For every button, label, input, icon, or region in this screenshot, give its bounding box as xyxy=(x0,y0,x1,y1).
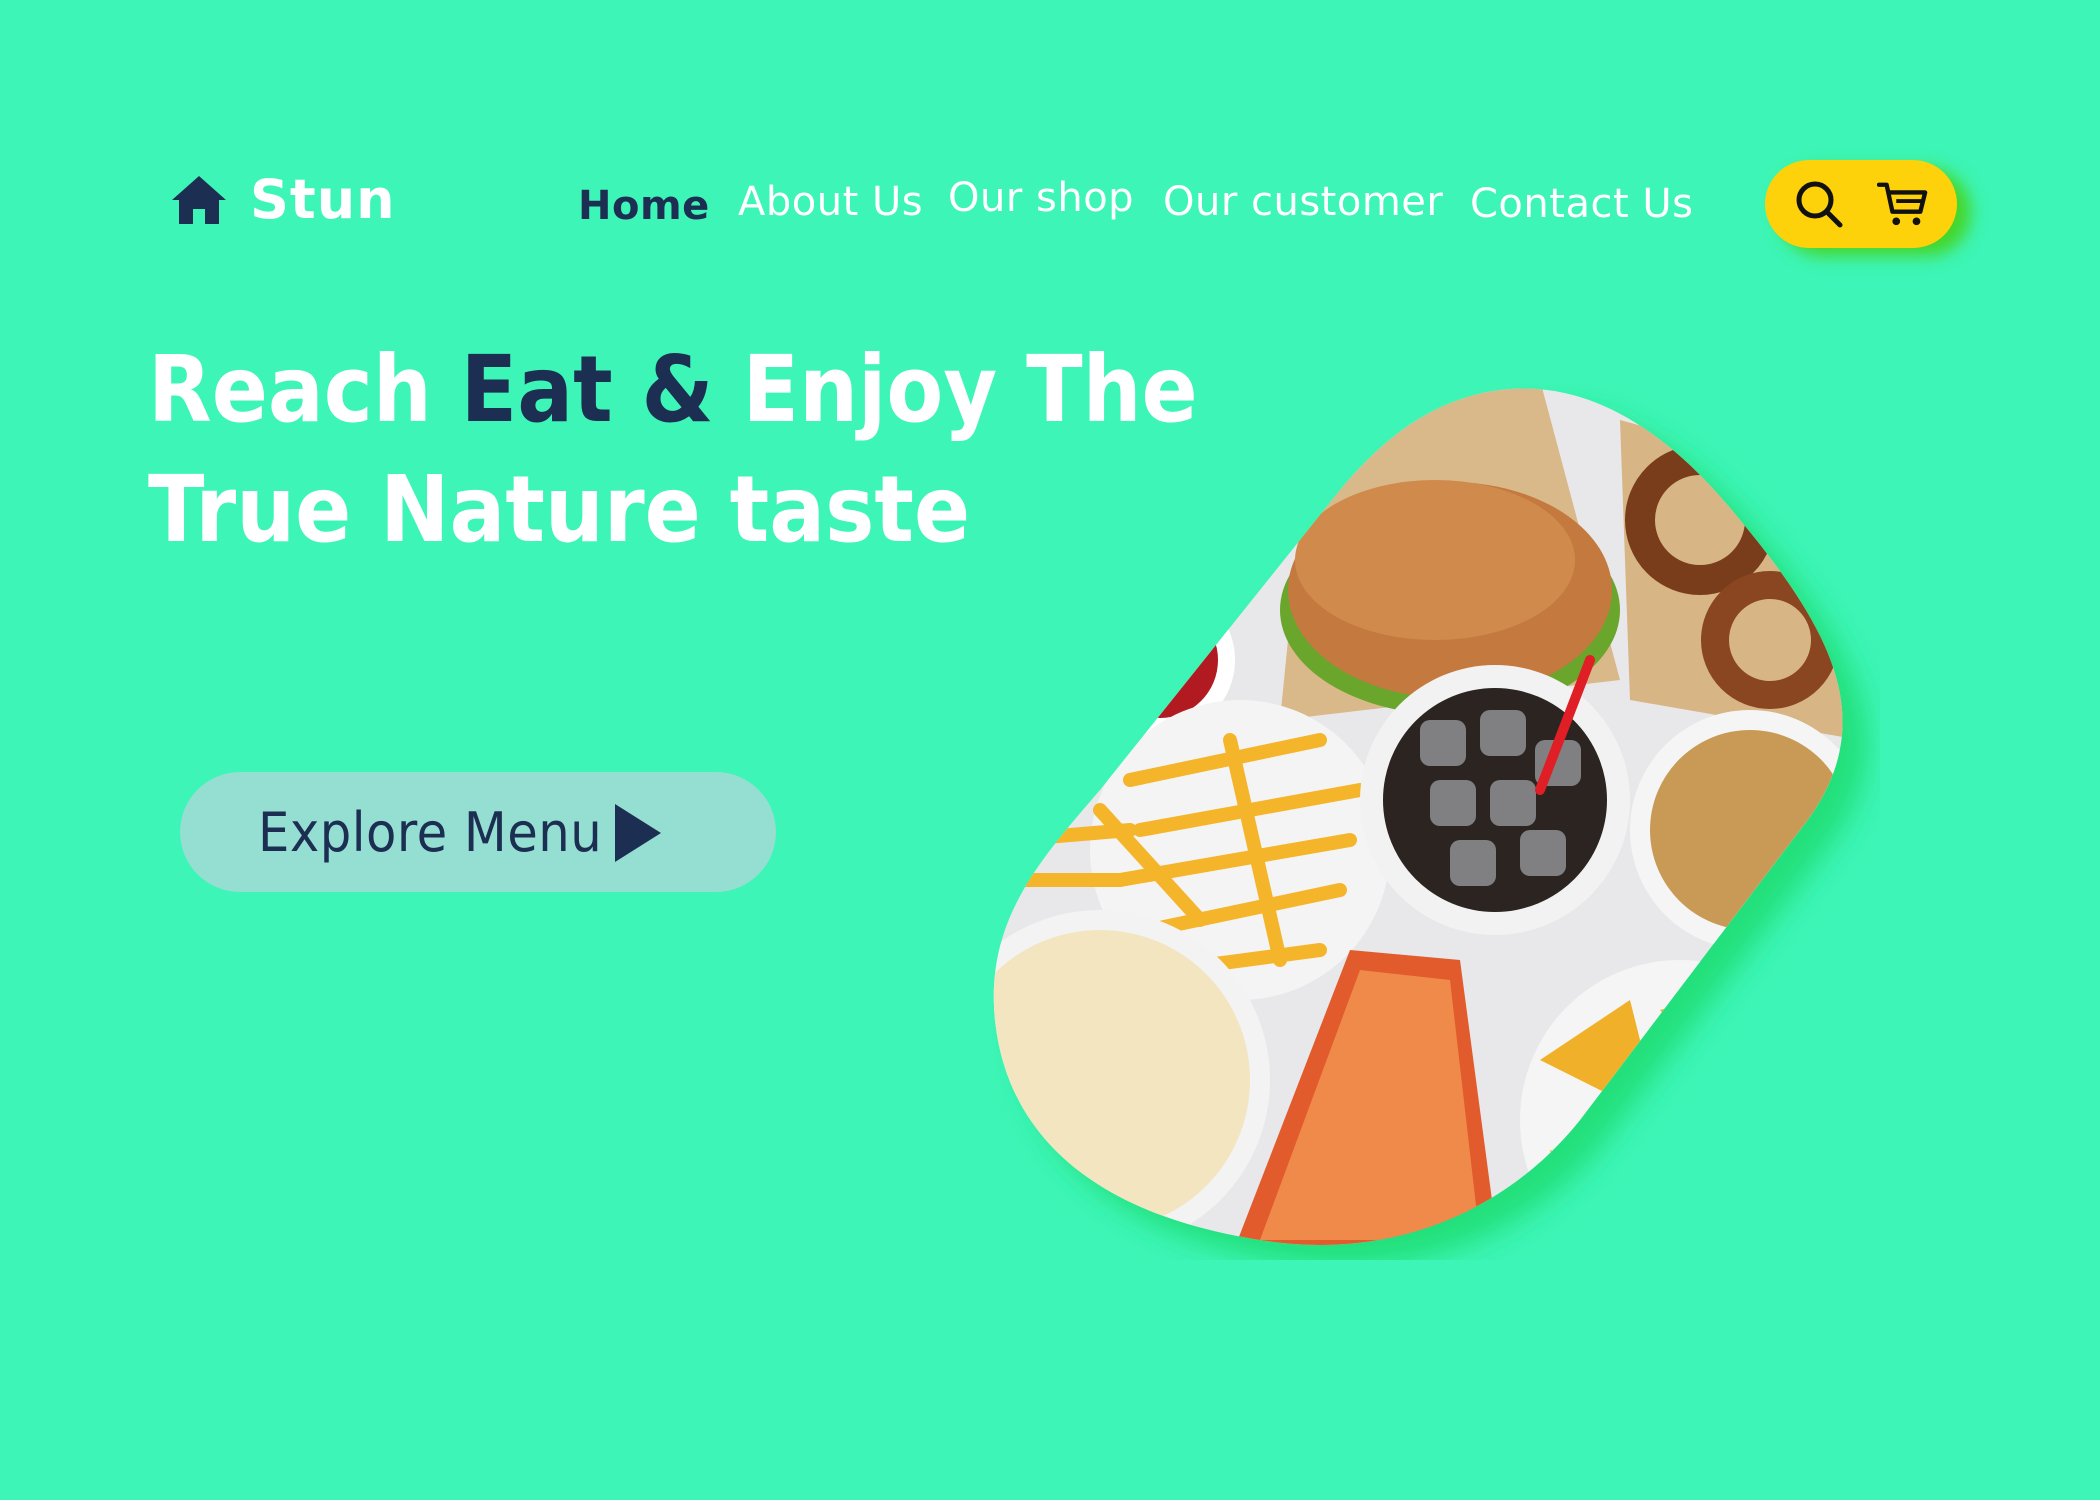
nav-item-about-us[interactable]: About Us xyxy=(738,179,923,225)
headline-part1: Reach xyxy=(148,336,461,443)
search-icon[interactable] xyxy=(1793,178,1845,230)
play-icon xyxy=(615,804,661,862)
explore-menu-label: Explore Menu xyxy=(258,800,603,864)
nav-item-our-shop[interactable]: Our shop xyxy=(948,175,1134,221)
action-pill xyxy=(1765,160,1957,248)
nav-item-home[interactable]: Home xyxy=(578,183,710,229)
nav-item-our-customer[interactable]: Our customer xyxy=(1163,179,1443,225)
cart-icon[interactable] xyxy=(1877,178,1929,230)
explore-menu-button[interactable]: Explore Menu xyxy=(180,772,776,892)
headline-accent: Eat & xyxy=(460,336,743,443)
nav-item-contact-us[interactable]: Contact Us xyxy=(1470,181,1693,227)
food-image xyxy=(980,360,1880,1267)
